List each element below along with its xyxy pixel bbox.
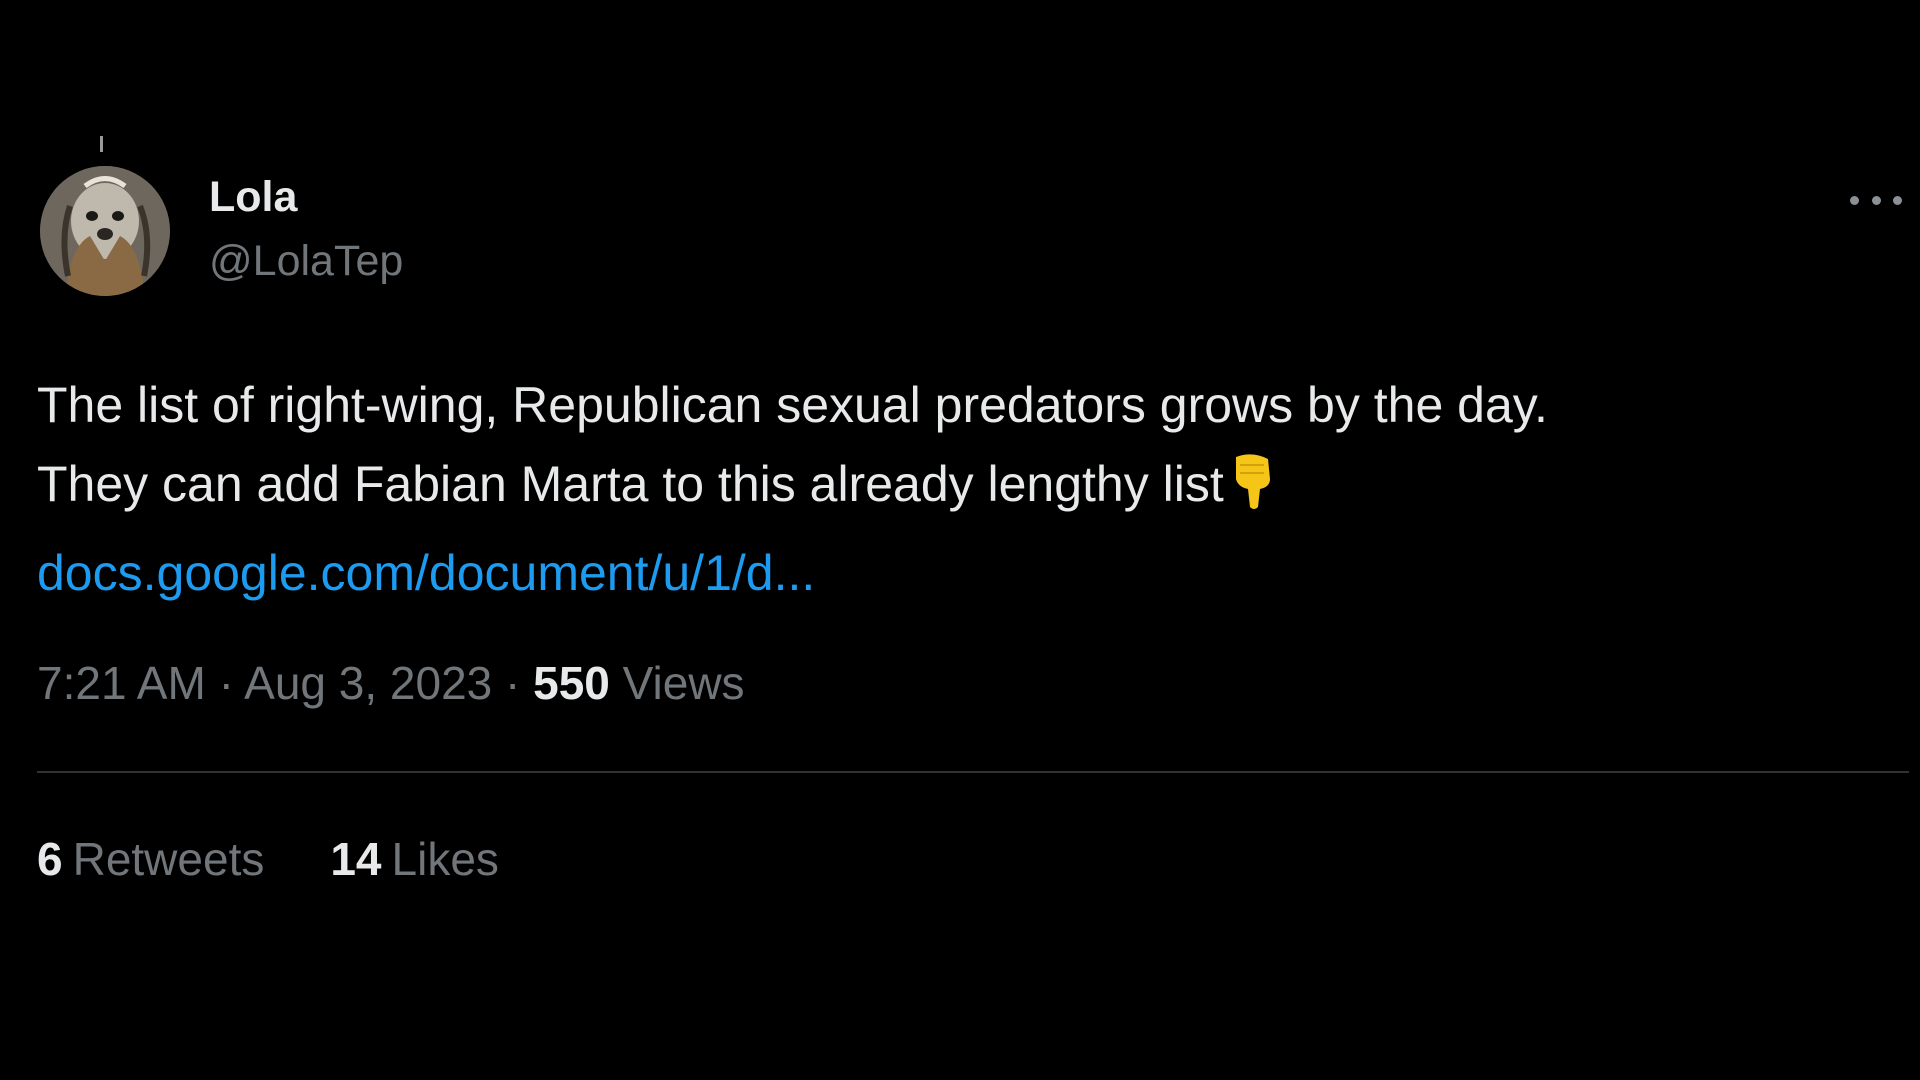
tweet-meta: 7:21 AM · Aug 3, 2023 · 550 Views [37, 660, 745, 706]
thread-connector-mark [100, 136, 103, 152]
more-dot [1850, 195, 1859, 205]
tweet-link-line: docs.google.com/document/u/1/d... [37, 534, 1887, 613]
tweet-text: The list of right-wing, Republican s⁠exu… [37, 366, 1887, 613]
tweet-link[interactable]: docs.google.com/document/u/1/d... [37, 545, 815, 601]
meta-separator: · [505, 657, 521, 709]
avatar-dog-image [40, 166, 170, 296]
divider [37, 771, 1909, 773]
likes-count: 14 [330, 833, 382, 885]
avatar[interactable] [40, 166, 170, 296]
retweets-label: Retweets [72, 833, 265, 885]
tweet: Lola @LolaTep The list of right-wing, Re… [0, 0, 1920, 1080]
author-display-name[interactable]: Lola [209, 176, 297, 219]
tweet-date[interactable]: Aug 3, 2023 [244, 657, 492, 709]
tweet-text-line-2-content: They can add Fabian Marta to this alread… [37, 456, 1224, 512]
likes-label: Likes [391, 833, 499, 885]
retweets-count: 6 [37, 833, 63, 885]
engagement-stats: 6 Retweets 14 Likes [37, 836, 499, 882]
tweet-text-line-1: The list of right-wing, Republican s⁠exu… [37, 377, 1548, 433]
views-count: 550 [533, 657, 610, 709]
tweet-time[interactable]: 7:21 AM [37, 657, 206, 709]
views-label: Views [622, 657, 745, 709]
more-dot [1893, 195, 1902, 205]
more-dot [1871, 195, 1881, 205]
meta-separator: · [218, 657, 234, 709]
tweet-text-line-2: They can add Fabian Marta to this alread… [37, 445, 1887, 534]
retweets-stat[interactable]: 6 Retweets [37, 836, 264, 882]
author-handle[interactable]: @LolaTep [209, 240, 403, 283]
more-options-icon[interactable] [1850, 188, 1902, 212]
backhand-index-pointing-down-icon [1230, 451, 1274, 534]
likes-stat[interactable]: 14 Likes [330, 836, 499, 882]
